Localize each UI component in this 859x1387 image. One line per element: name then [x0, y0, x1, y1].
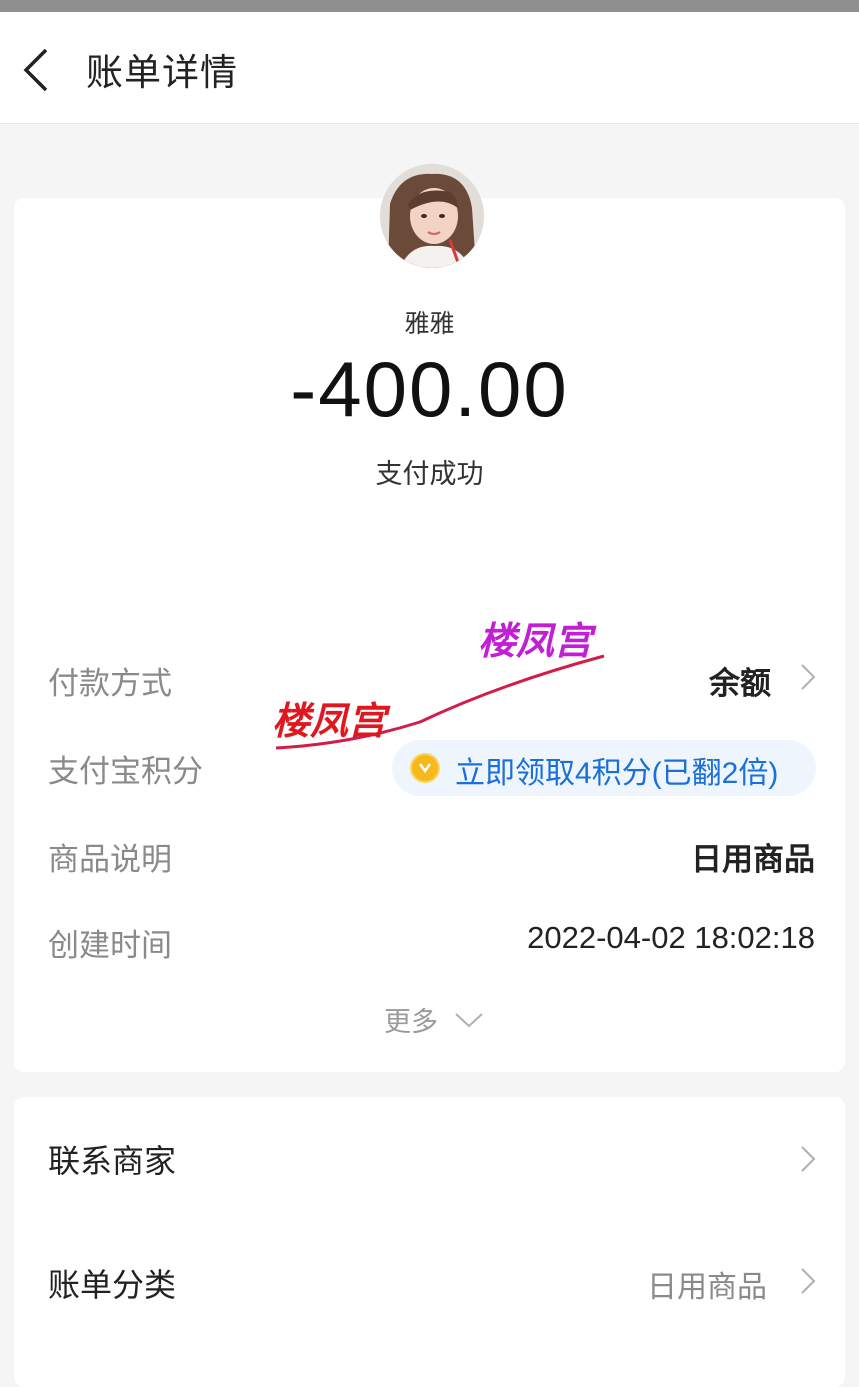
- amount: -400.00: [290, 345, 569, 433]
- payment-method-label: 付款方式: [48, 666, 172, 702]
- bill-category-value[interactable]: 日用商品: [647, 1262, 767, 1306]
- payment-method-value[interactable]: 余额: [709, 658, 771, 703]
- avatar[interactable]: [380, 164, 484, 268]
- back-icon[interactable]: [18, 46, 58, 94]
- payment-status: 支付成功: [375, 459, 484, 490]
- top-bar: 账单详情: [0, 12, 859, 124]
- product-value: 日用商品: [691, 842, 815, 878]
- chevron-right-icon[interactable]: [798, 1266, 818, 1296]
- bill-category-label[interactable]: 账单分类: [48, 1260, 176, 1306]
- created-time-value: 2022-04-02 18:02:18: [527, 920, 815, 955]
- product-label: 商品说明: [48, 842, 172, 878]
- more-button[interactable]: 更多: [384, 1000, 438, 1039]
- page-title: 账单详情: [86, 51, 238, 94]
- status-bar: [0, 0, 859, 12]
- created-time-label: 创建时间: [48, 928, 172, 964]
- watermark-text: 楼凤宫: [478, 619, 593, 663]
- points-label: 支付宝积分: [48, 754, 203, 790]
- contact-merchant-label[interactable]: 联系商家: [48, 1136, 176, 1182]
- chevron-down-icon[interactable]: [452, 1010, 486, 1030]
- chevron-right-icon[interactable]: [798, 662, 818, 692]
- payee-name: 雅雅: [404, 309, 455, 338]
- chevron-right-icon[interactable]: [798, 1144, 818, 1174]
- watermark-text: 楼凤宫: [272, 699, 387, 743]
